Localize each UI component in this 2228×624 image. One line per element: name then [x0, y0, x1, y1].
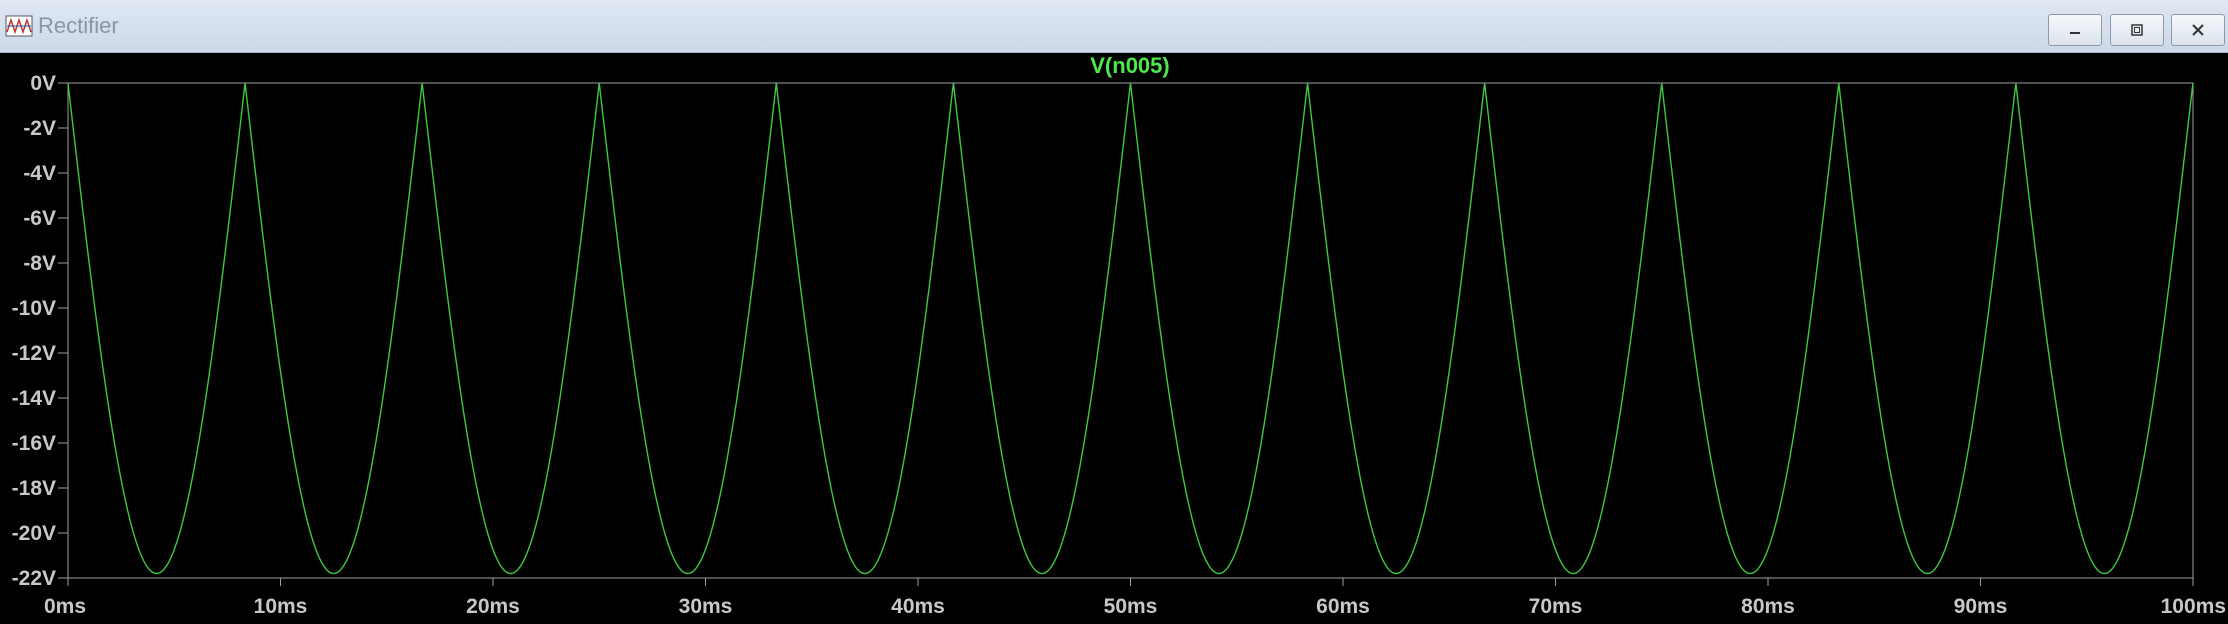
y-tick-label[interactable]: -12V [12, 342, 56, 365]
x-tick-label[interactable]: 80ms [1741, 595, 1795, 618]
y-tick-label[interactable]: -4V [23, 162, 56, 185]
restore-icon [2131, 24, 2143, 36]
title-bar[interactable]: Rectifier [0, 0, 2228, 53]
x-tick-label[interactable]: 10ms [254, 595, 308, 618]
plot-frame [67, 82, 2194, 579]
x-tick-label[interactable]: 70ms [1529, 595, 1583, 618]
y-tick-label[interactable]: -14V [12, 387, 56, 410]
y-tick-label[interactable]: -10V [12, 297, 56, 320]
close-icon [2192, 24, 2204, 36]
minimize-button[interactable] [2048, 14, 2102, 46]
minimize-icon [2070, 32, 2080, 34]
y-tick-label[interactable]: -6V [23, 207, 56, 230]
maximize-button[interactable] [2110, 14, 2164, 46]
x-tick-label[interactable]: 90ms [1954, 595, 2008, 618]
waveform-plot[interactable]: V(n005) 0V -2V -4V -6V -8V -10V -12V -14V -16V -1… [0, 53, 2228, 619]
close-button[interactable] [2171, 14, 2225, 46]
x-tick-label[interactable]: 20ms [466, 595, 520, 618]
x-tick-label[interactable]: 50ms [1104, 595, 1158, 618]
y-tick-label[interactable]: -22V [12, 567, 56, 590]
trace-label-v-n005[interactable]: V(n005) [1090, 53, 1169, 78]
x-tick-label[interactable]: 100ms [2161, 595, 2226, 618]
ltspice-waveform-window: Rectifier V(n005) 0V -2V -4V -6V -8V -10V -12V… [0, 0, 2228, 619]
series-line-v-n005[interactable] [67, 82, 2194, 575]
y-tick-label[interactable]: 0V [30, 72, 56, 95]
window-title: Rectifier [38, 13, 119, 38]
x-tick-label[interactable]: 0ms [44, 595, 86, 618]
x-tick-label[interactable]: 30ms [679, 595, 733, 618]
y-tick-label[interactable]: -20V [12, 522, 56, 545]
y-tick-label[interactable]: -2V [23, 117, 56, 140]
x-tick-label[interactable]: 40ms [891, 595, 945, 618]
y-tick-label[interactable]: -8V [23, 252, 56, 275]
y-tick-label[interactable]: -16V [12, 432, 56, 455]
x-tick-label[interactable]: 60ms [1316, 595, 1370, 618]
waveform-app-icon [5, 15, 33, 37]
y-tick-label[interactable]: -18V [12, 477, 56, 500]
plot-pane[interactable]: V(n005) 0V -2V -4V -6V -8V -10V -12V -14V -16V -1… [0, 53, 2228, 619]
